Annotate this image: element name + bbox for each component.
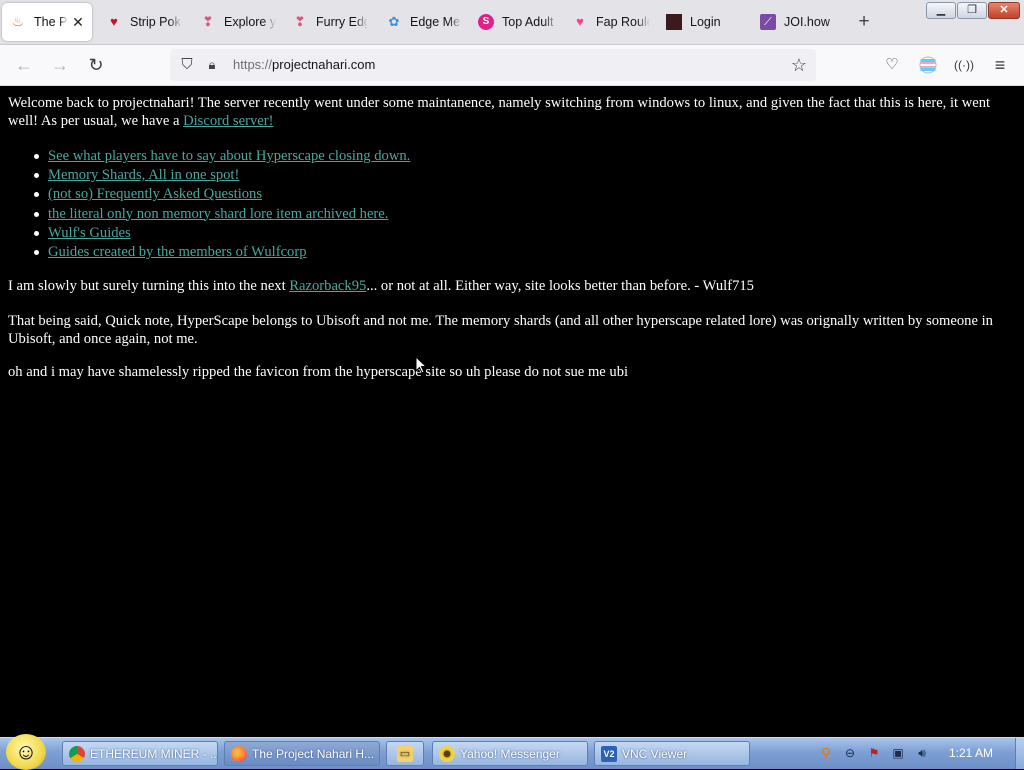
intro-paragraph: Welcome back to projectnahari! The serve…: [8, 95, 991, 129]
close-tab-icon[interactable]: ✕: [70, 14, 86, 30]
tab-strip-poker[interactable]: ♥ Strip Poker: [98, 3, 182, 41]
minimize-window-button[interactable]: ▁: [926, 2, 956, 19]
folder-icon: ▭: [397, 745, 413, 762]
favicon-paragraph: oh and i may have shamelessly ripped the…: [8, 364, 629, 380]
navigation-toolbar: ← → ↻ ⛉ 🔒︎ https://projectnahari.com ☆ ♡…: [0, 45, 1024, 86]
system-tray: ⚲ ⊖ ⚑ ▣ 🔊︎ 1:21 AM: [812, 738, 1018, 769]
search-tray-icon[interactable]: ⚲: [818, 745, 834, 761]
taskbar-item-vnc-viewer[interactable]: V2 VNC Viewer: [594, 741, 750, 766]
close-window-button[interactable]: ✕: [988, 2, 1020, 19]
taskbar-item-folder[interactable]: ▭: [386, 741, 424, 766]
memory-shards-link[interactable]: Memory Shards, All in one spot!: [48, 167, 239, 183]
back-arrow-icon[interactable]: ←: [12, 53, 36, 77]
vnc-icon: V2: [601, 745, 617, 762]
hamburger-menu-icon[interactable]: ≡: [988, 53, 1012, 77]
forward-arrow-icon[interactable]: →: [48, 53, 72, 77]
heart-tab-icon: ♥: [110, 14, 118, 29]
heart-box-tab-icon: ❣: [294, 14, 306, 29]
heart-box-tab-icon: ❣: [202, 14, 214, 29]
tab-top-adult[interactable]: S Top Adult: [470, 3, 558, 41]
web-page-content: Welcome back to projectnahari! The serve…: [0, 86, 1024, 736]
pink-heart-tab-icon: ♥: [576, 14, 584, 29]
clock[interactable]: 1:21 AM: [949, 738, 993, 769]
taskbar-item-firefox[interactable]: The Project Nahari H...: [224, 741, 380, 766]
s-circle-tab-icon: S: [478, 14, 494, 30]
blue-dots-tab-icon: ✿: [388, 14, 400, 29]
joi-tab-icon: ⟋: [760, 14, 776, 30]
start-button[interactable]: ☺: [6, 734, 46, 770]
firefox-icon: [231, 745, 247, 762]
list-item: Wulf's Guides: [33, 224, 410, 243]
mouse-cursor-icon: [415, 356, 427, 374]
yahoo-smiley-icon: ☻: [439, 745, 455, 762]
new-tab-plus-icon[interactable]: +: [854, 12, 874, 32]
show-desktop-button[interactable]: [1015, 738, 1024, 769]
chrome-icon: [69, 745, 85, 762]
wulfs-guides-link[interactable]: Wulf's Guides: [48, 225, 131, 241]
network-error-tray-icon[interactable]: ⚑: [866, 745, 882, 761]
pocket-icon[interactable]: ♡: [880, 53, 904, 77]
faq-link[interactable]: (not so) Frequently Asked Questions: [48, 186, 262, 202]
taskbar-item-ethereum-miner[interactable]: ETHEREUM MINER - ...: [62, 741, 218, 766]
address-bar[interactable]: ⛉ 🔒︎ https://projectnahari.com ☆: [170, 49, 816, 81]
url-text[interactable]: https://projectnahari.com: [233, 49, 375, 81]
list-item: Guides created by the members of Wulfcor…: [33, 243, 410, 262]
discord-link[interactable]: Discord server!: [183, 113, 273, 129]
dark-square-tab-icon: [666, 14, 682, 30]
razorback95-link[interactable]: Razorback95: [289, 278, 366, 294]
taskbar-item-yahoo-messenger[interactable]: ☻ Yahoo! Messenger: [432, 741, 588, 766]
tab-edge-me[interactable]: ✿ Edge Me: [378, 3, 462, 41]
list-item: Memory Shards, All in one spot!: [33, 166, 410, 185]
flame-tab-icon: ♨: [12, 14, 24, 29]
razorback-paragraph: I am slowly but surely turning this into…: [8, 278, 754, 294]
reload-icon[interactable]: ↻: [84, 53, 108, 77]
minus-circle-tray-icon[interactable]: ⊖: [842, 745, 858, 761]
tab-strip: ♨ The Project Nahari Hub ✕ ♥ Strip Poker…: [0, 0, 1024, 45]
list-item: See what players have to say about Hyper…: [33, 147, 410, 166]
extension-flag-icon[interactable]: [916, 53, 940, 77]
lore-item-link[interactable]: the literal only non memory shard lore i…: [48, 206, 388, 222]
bookmark-star-icon[interactable]: ☆: [788, 54, 810, 76]
tracking-shield-icon[interactable]: ⛉: [178, 55, 196, 75]
lock-icon[interactable]: 🔒︎: [204, 55, 220, 75]
tab-explore[interactable]: ❣ Explore your: [192, 3, 276, 41]
extension-icon[interactable]: ((·)): [952, 53, 976, 77]
list-item: the literal only non memory shard lore i…: [33, 205, 410, 224]
list-item: (not so) Frequently Asked Questions: [33, 185, 410, 204]
maximize-window-button[interactable]: ❐: [957, 2, 987, 19]
wulfcorp-guides-link[interactable]: Guides created by the members of Wulfcor…: [48, 244, 307, 260]
tab-fap-roulette[interactable]: ♥ Fap Roulette: [564, 3, 650, 41]
ubisoft-note-paragraph: That being said, Quick note, HyperScape …: [8, 313, 993, 347]
link-list: See what players have to say about Hyper…: [33, 147, 410, 262]
tab-furry-edge[interactable]: ❣ Furry Edge: [284, 3, 368, 41]
volume-tray-icon[interactable]: 🔊︎: [914, 745, 930, 761]
windows-taskbar: ☺ ETHEREUM MINER - ... The Project Nahar…: [0, 734, 1024, 770]
tab-joi-how[interactable]: ⟋ JOI.how: [752, 3, 842, 41]
hyperscape-closing-link[interactable]: See what players have to say about Hyper…: [48, 148, 410, 164]
display-tray-icon[interactable]: ▣: [890, 745, 906, 761]
tab-project-nahari[interactable]: ♨ The Project Nahari Hub ✕: [2, 3, 92, 41]
tab-login[interactable]: Login: [658, 3, 746, 41]
